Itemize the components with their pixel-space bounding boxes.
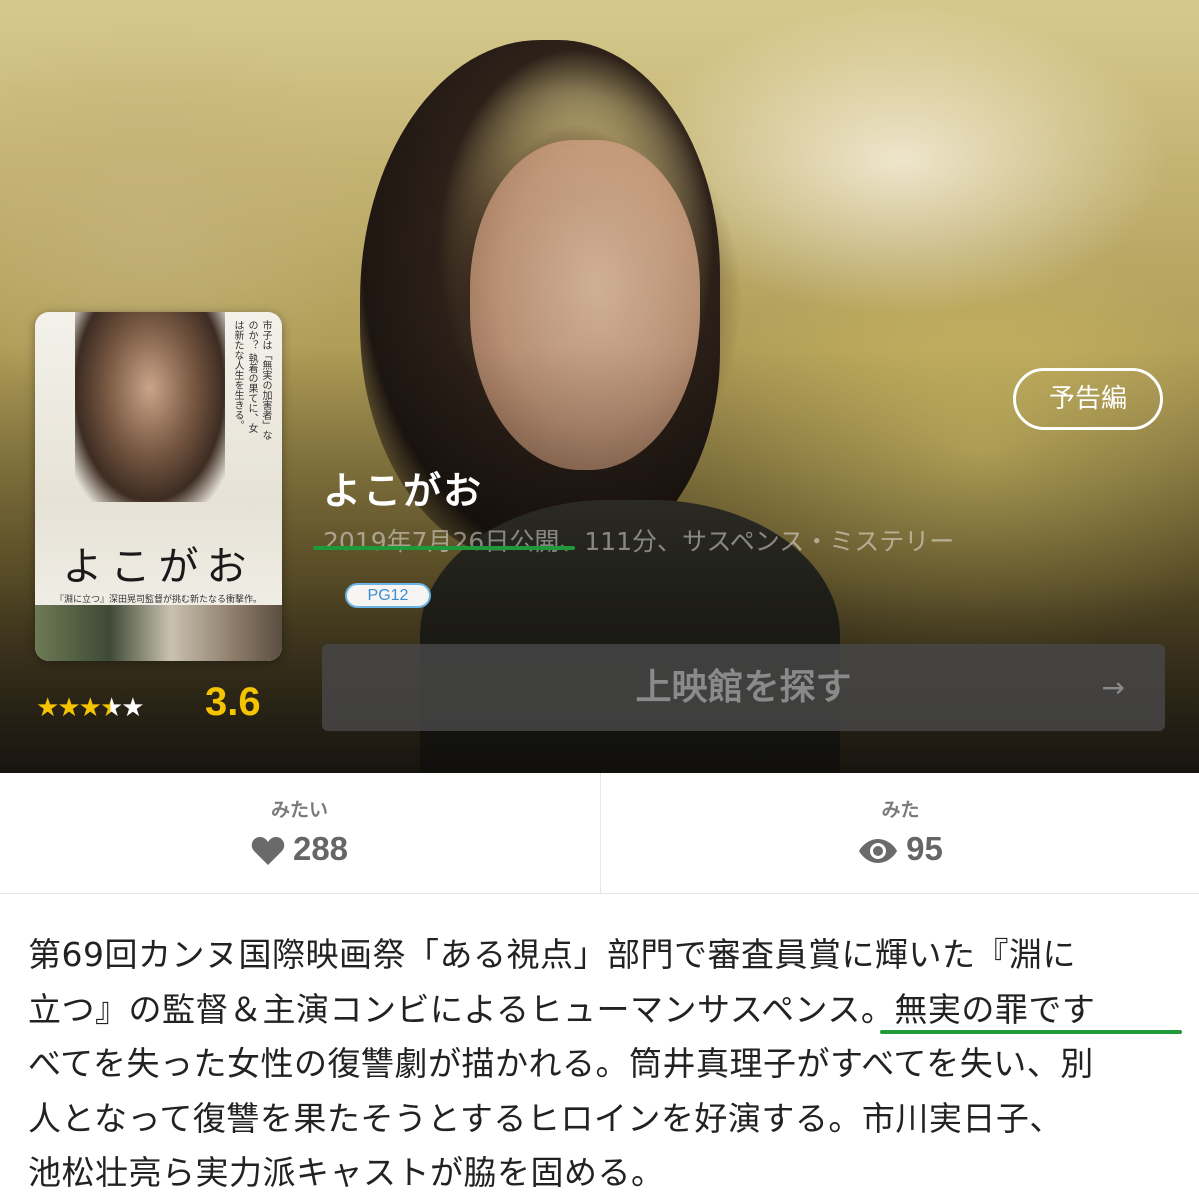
poster-photo-strip <box>35 605 282 661</box>
seen-count-row: 95 <box>601 830 1199 868</box>
description-line: 池松壮亮ら実力派キャストが脇を固める。 <box>28 1153 665 1192</box>
seen-button[interactable]: みた 95 <box>600 773 1199 893</box>
empty-star-icon: ★ <box>121 693 144 723</box>
star-rating: ★★★★★ <box>36 693 145 723</box>
eye-icon <box>859 839 898 864</box>
poster-vertical-copy: 市子は「無実の加害者」なのか？ 執着の果てに、女は新たな人生を生きる。 <box>232 320 271 440</box>
want-count: 288 <box>292 830 349 867</box>
annotation-underline <box>313 546 575 550</box>
average-score: 3.6 <box>205 680 261 724</box>
hero-banner: 市子は「無実の加害者」なのか？ 執着の果てに、女は新たな人生を生きる。 よこがお… <box>0 0 1199 773</box>
stats-bar: みたい 288 みた 95 <box>0 773 1199 894</box>
poster-title: よこがお <box>62 544 255 590</box>
description-line: 人となって復讐を果たそうとするヒロインを好演する。市川実日子、 <box>28 1098 1063 1138</box>
description-line: 第69回カンヌ国際映画祭「ある視点」部門で審査員賞に輝いた『淵に <box>28 935 1076 974</box>
heart-icon <box>251 837 285 866</box>
movie-description: 第69回カンヌ国際映画祭「ある視点」部門で審査員賞に輝いた『淵に 立つ』の監督＆… <box>28 928 1178 1201</box>
star-icon: ★ <box>78 693 102 723</box>
poster-subline: 『淵に立つ』深田晃司監督が挑む新たなる衝撃作。 <box>54 595 262 605</box>
star-icon: ★ <box>36 693 59 723</box>
arrow-right-icon: → <box>1101 671 1125 704</box>
rating-badge: PG12 <box>345 583 431 608</box>
seen-label: みた <box>881 799 920 821</box>
description-line: べてを失った女性の復讐劇が描かれる。筒井真理子がすべてを失い、別 <box>28 1044 1094 1083</box>
want-count-row: 288 <box>0 830 599 868</box>
seen-count: 95 <box>906 830 943 867</box>
star-icon: ★ <box>57 693 80 723</box>
want-label: みたい <box>270 799 328 821</box>
find-theater-button[interactable]: 上映館を探す → <box>322 644 1165 731</box>
movie-meta: 2019年7月26日公開、111分、サスペンス・ミステリー <box>323 527 955 556</box>
movie-title: よこがお <box>323 469 484 513</box>
find-theater-label: 上映館を探す <box>635 667 852 708</box>
trailer-button[interactable]: 予告編 <box>1013 368 1163 430</box>
half-star-icon: ★ <box>99 693 123 723</box>
want-to-see-button[interactable]: みたい 288 <box>0 773 599 893</box>
movie-poster[interactable]: 市子は「無実の加害者」なのか？ 執着の果てに、女は新たな人生を生きる。 よこがお… <box>35 312 282 661</box>
annotation-underline <box>880 1030 1182 1034</box>
description-line: 立つ』の監督＆主演コンビによるヒューマンサスペンス。無実の罪です <box>28 989 1096 1029</box>
